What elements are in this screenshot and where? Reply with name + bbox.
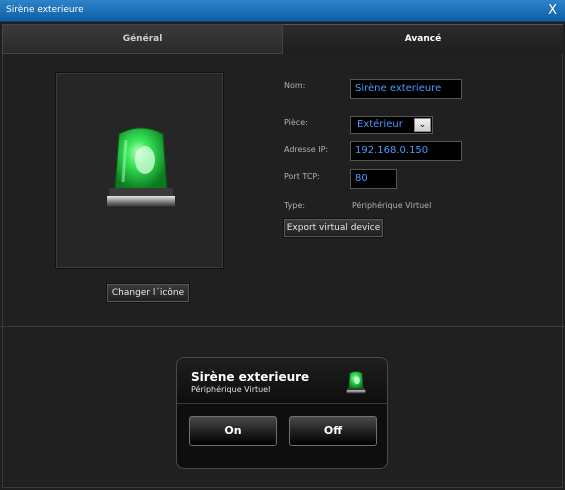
device-icon-frame [55, 72, 224, 269]
tab-bar: Général Avancé [2, 24, 563, 54]
card-subtitle: Périphérique Virtuel [191, 385, 271, 394]
close-button[interactable]: X [548, 3, 557, 18]
port-label: Port TCP: [284, 172, 320, 181]
piece-select-value: Extérieur [357, 119, 403, 130]
ip-label: Adresse IP: [284, 145, 329, 154]
window-title: Sirène exterieure [6, 5, 84, 15]
export-virtual-device-button[interactable]: Export virtual device [284, 219, 383, 237]
card-title: Sirène exterieure [191, 370, 310, 384]
port-field[interactable]: 80 [350, 169, 397, 189]
nom-field[interactable]: Sirène exterieure [350, 79, 462, 99]
title-bar: Sirène exterieure X [0, 0, 565, 22]
chevron-down-icon[interactable]: ⌄ [414, 118, 431, 132]
on-button[interactable]: On [189, 416, 277, 446]
section-divider [0, 326, 565, 327]
ip-field[interactable]: 192.168.0.150 [350, 141, 462, 161]
change-icon-button[interactable]: Changer l´icône [107, 284, 189, 302]
piece-label: Pièce: [284, 118, 308, 127]
tab-general[interactable]: Général [2, 24, 283, 54]
card-header: Sirène exterieure Périphérique Virtuel [177, 358, 387, 404]
device-preview-card: Sirène exterieure Périphérique Virtuel O… [176, 357, 388, 469]
nom-label: Nom: [284, 81, 306, 90]
piece-select[interactable]: Extérieur ⌄ [350, 116, 433, 134]
green-siren-icon [346, 371, 366, 394]
type-value: Périphérique Virtuel [352, 201, 432, 210]
tab-avance[interactable]: Avancé [283, 24, 563, 54]
green-siren-icon [107, 127, 175, 208]
off-button[interactable]: Off [289, 416, 377, 446]
type-label: Type: [284, 201, 306, 210]
